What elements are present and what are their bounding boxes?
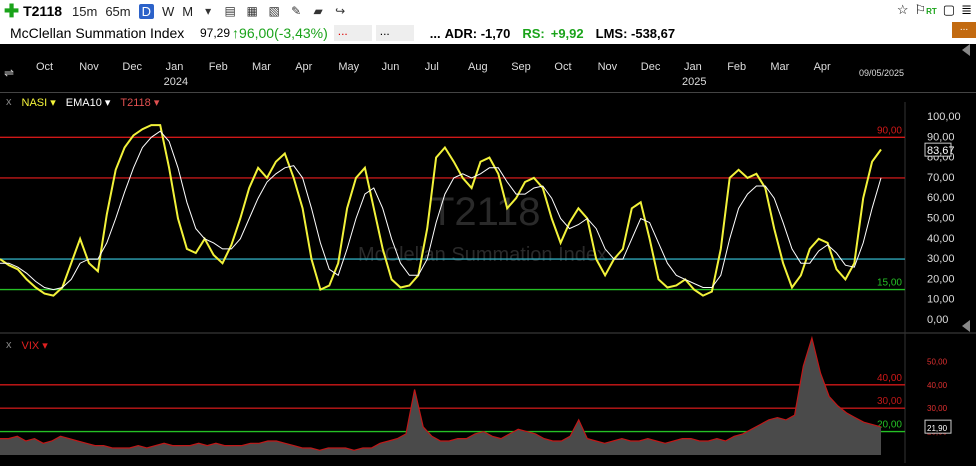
series-line-vix <box>0 335 882 451</box>
month-label: May <box>338 61 360 73</box>
lms-value: LMS: -538,67 <box>595 25 676 41</box>
y-tick-label: 50,00 <box>927 357 948 366</box>
top-toolbar: ✚ T2118 15m 65m D W M ▾ ▤ ▦ ▧ ✎ ▰ ↪ ☆ ⚐R… <box>0 0 976 22</box>
month-label: Dec <box>640 61 661 73</box>
realtime-label: RT <box>926 7 937 16</box>
legend-t2118[interactable]: T2118 ▾ <box>120 96 159 109</box>
change-text: 96,00(-3,43%) <box>239 25 328 41</box>
change-value: ↑96,00(-3,43%) <box>232 25 328 41</box>
vix-area <box>0 338 881 455</box>
last-value-label: 21,90 <box>927 424 948 433</box>
year-label: 2025 <box>682 76 707 88</box>
y-tick-label: 10,00 <box>927 294 955 306</box>
month-label: Nov <box>597 61 618 73</box>
month-label: Apr <box>813 61 831 73</box>
month-label: Oct <box>36 61 54 73</box>
timeframe-15m[interactable]: 15m <box>72 4 97 19</box>
draw-icon[interactable]: ✎ <box>289 4 303 18</box>
hline-label: 15,00 <box>877 278 902 289</box>
month-label: Mar <box>770 61 790 73</box>
right-tools: ☆ ⚐RT ▢ ≣ <box>897 2 972 18</box>
y-tick-label: 20,00 <box>927 273 955 285</box>
adr-value: ADR: -1,70 <box>444 25 511 41</box>
legend-vix[interactable]: VIX ▾ <box>22 339 48 352</box>
time-axis: ⇌ 09/05/2025 Oct Nov Dec Jan Feb Mar Apr May Jun… <box>0 44 976 93</box>
y-tick-label: 20,00 <box>927 428 948 437</box>
month-label: Dec <box>122 61 142 73</box>
month-label: Apr <box>295 61 313 73</box>
menu-dots-3[interactable]: ... <box>430 26 441 41</box>
y-tick-label: 30,00 <box>927 253 955 265</box>
star-icon[interactable]: ☆ <box>897 2 909 18</box>
symbol-label[interactable]: T2118 <box>23 3 62 19</box>
scroll-left-icon-2 <box>962 320 970 332</box>
month-label: Oct <box>554 61 572 73</box>
close-pane-icon-2[interactable]: x <box>6 339 12 352</box>
legend-nasi[interactable]: NASI ▾ <box>22 96 56 109</box>
y-tick-label: 80,00 <box>927 152 955 164</box>
folder-icon[interactable]: ▰ <box>311 4 325 18</box>
link-icon[interactable]: ⇌ <box>4 66 14 80</box>
current-date: 09/05/2025 <box>858 68 904 78</box>
calculator-icon[interactable]: ▧ <box>267 4 281 18</box>
last-value-box <box>924 142 952 157</box>
last-value-box <box>924 419 952 434</box>
last-value: 97,29 <box>200 26 231 40</box>
legend-ema10[interactable]: EMA10 ▾ <box>66 96 111 109</box>
instrument-name: McClellan Summation Index <box>10 25 185 41</box>
timeframe-daily[interactable]: D <box>138 3 155 19</box>
y-tick-label: 40,00 <box>927 381 948 390</box>
month-label: Jan <box>684 61 702 73</box>
hline-label: 40,00 <box>877 373 902 384</box>
y-tick-label: 30,00 <box>927 404 948 413</box>
flag-icon[interactable]: ⚐RT <box>914 2 936 18</box>
corner-menu[interactable]: ... <box>952 22 976 38</box>
y-tick-label: 50,00 <box>927 213 955 225</box>
upper-legend: x NASI ▾ EMA10 ▾ T2118 ▾ <box>6 96 159 109</box>
year-label: 2024 <box>163 76 189 88</box>
month-label: Aug <box>468 61 488 73</box>
y-tick-label: 100,00 <box>927 111 961 123</box>
window-icon[interactable]: ▢ <box>943 2 955 18</box>
y-tick-label: 40,00 <box>927 233 955 245</box>
menu-dots-2[interactable]: ... <box>375 25 414 41</box>
last-value-label: 83,67 <box>927 145 955 157</box>
month-label: Feb <box>208 61 228 73</box>
watermark-name: McClellan Summation Index <box>358 244 607 266</box>
month-label: Jul <box>424 61 439 73</box>
timeframe-65m[interactable]: 65m <box>105 4 130 19</box>
dropdown-icon[interactable]: ▾ <box>201 4 215 18</box>
y-tick-label: 90,00 <box>927 131 955 143</box>
hline-label: 90,00 <box>877 125 902 136</box>
rs-value: +9,92 <box>550 25 584 41</box>
chart-type-icon[interactable]: ▤ <box>223 4 237 18</box>
close-pane-icon[interactable]: x <box>6 96 12 109</box>
month-label: Jun <box>381 61 400 73</box>
rs-label: RS: <box>522 25 545 41</box>
y-tick-label: 60,00 <box>927 192 955 204</box>
menu-dots-1[interactable]: ... <box>333 25 372 41</box>
add-symbol-icon[interactable]: ✚ <box>4 1 19 22</box>
hline-label: 20,00 <box>877 420 902 431</box>
info-bar: McClellan Summation Index 97,29 ↑96,00(-… <box>0 22 976 44</box>
timeframe-weekly[interactable]: W <box>162 4 174 19</box>
lower-legend: x VIX ▾ <box>6 339 48 352</box>
month-label: Mar <box>252 61 271 73</box>
month-label: Sep <box>511 61 531 73</box>
y-tick-label: 70,00 <box>927 172 955 184</box>
y-tick-label: 0,00 <box>927 314 948 326</box>
share-icon[interactable]: ↪ <box>333 4 347 18</box>
month-label: Jan <box>165 61 184 73</box>
hline-label: 30,00 <box>877 396 902 407</box>
layout-icon[interactable]: ▦ <box>245 4 259 18</box>
timeframe-monthly[interactable]: M <box>182 4 193 19</box>
watermark-symbol: T2118 <box>430 190 541 234</box>
month-label: Nov <box>79 61 99 73</box>
month-label: Feb <box>727 61 747 73</box>
layers-icon[interactable]: ≣ <box>961 2 972 18</box>
